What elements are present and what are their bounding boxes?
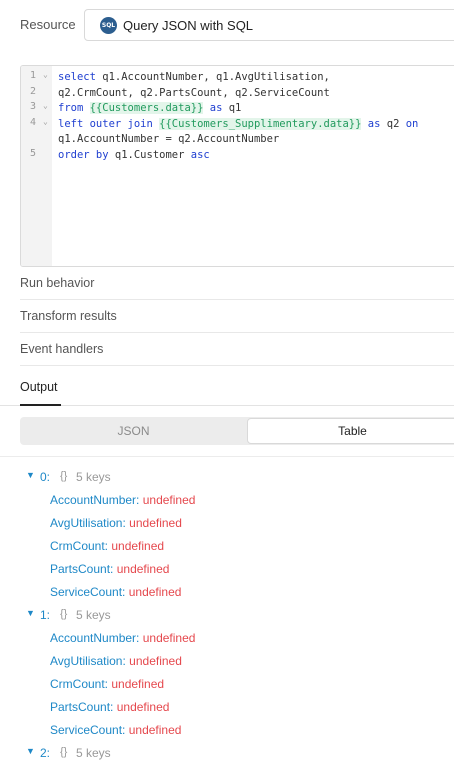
template-expression: {{Customers_Supplimentary.data}} <box>159 117 362 130</box>
key-count: 5 keys <box>76 746 111 760</box>
resource-row: Resource SQL Query JSON with SQL <box>0 0 454 50</box>
tree-property: CrmCount: undefined <box>50 539 165 553</box>
run-behavior-section[interactable]: Run behavior <box>20 267 454 300</box>
template-expression: {{Customers.data}} <box>89 102 204 115</box>
sql-code[interactable]: select q1.AccountNumber, q1.AvgUtilisati… <box>58 70 418 164</box>
transform-results-label: Transform results <box>20 309 117 323</box>
expand-arrow-icon[interactable]: ▼ <box>26 470 35 480</box>
divider <box>0 456 454 457</box>
event-handlers-section[interactable]: Event handlers <box>20 333 454 366</box>
key-count: 5 keys <box>76 470 111 484</box>
resource-select[interactable]: SQL Query JSON with SQL <box>84 9 454 41</box>
node-index: 1: <box>40 608 51 622</box>
tree-property: AvgUtilisation: undefined <box>50 654 182 668</box>
run-behavior-label: Run behavior <box>20 276 95 290</box>
fold-chevron-icon[interactable]: ⌄ <box>43 70 48 79</box>
transform-results-section[interactable]: Transform results <box>20 300 454 333</box>
expand-arrow-icon[interactable]: ▼ <box>26 608 35 618</box>
node-index: 2: <box>40 746 51 760</box>
sql-icon: SQL <box>100 17 117 34</box>
tree-property: AccountNumber: undefined <box>50 493 196 507</box>
resource-name: Query JSON with SQL <box>123 18 254 33</box>
key-count: 5 keys <box>76 608 111 622</box>
object-braces-icon: {} <box>60 746 68 758</box>
node-index: 0: <box>40 470 51 484</box>
object-braces-icon: {} <box>60 608 68 620</box>
resource-label: Resource <box>20 17 76 32</box>
tab-output[interactable]: Output <box>20 380 58 394</box>
object-braces-icon: {} <box>60 470 68 482</box>
active-tab-underline <box>20 404 61 406</box>
sql-editor[interactable]: 1 ⌄ 2 3 ⌄ 4 ⌄ 5 select q1.AccountNumber, q1… <box>20 65 454 267</box>
tree-property: AvgUtilisation: undefined <box>50 516 182 530</box>
tree-property: PartsCount: undefined <box>50 700 170 714</box>
event-handlers-label: Event handlers <box>20 342 104 356</box>
editor-gutter: 1 ⌄ 2 3 ⌄ 4 ⌄ 5 <box>21 66 52 266</box>
tree-property: AccountNumber: undefined <box>50 631 196 645</box>
json-view-button[interactable]: JSON <box>20 417 247 445</box>
table-view-button[interactable]: Table <box>247 418 454 444</box>
expand-arrow-icon[interactable]: ▼ <box>26 746 35 756</box>
output-header: Output <box>0 366 454 406</box>
tree-property: ServiceCount: undefined <box>50 585 182 599</box>
view-toggle: JSON Table <box>20 417 454 445</box>
fold-chevron-icon[interactable]: ⌄ <box>43 101 48 110</box>
tree-property: PartsCount: undefined <box>50 562 170 576</box>
tree-property: CrmCount: undefined <box>50 677 165 691</box>
tree-property: ServiceCount: undefined <box>50 723 182 737</box>
fold-chevron-icon[interactable]: ⌄ <box>43 117 48 126</box>
